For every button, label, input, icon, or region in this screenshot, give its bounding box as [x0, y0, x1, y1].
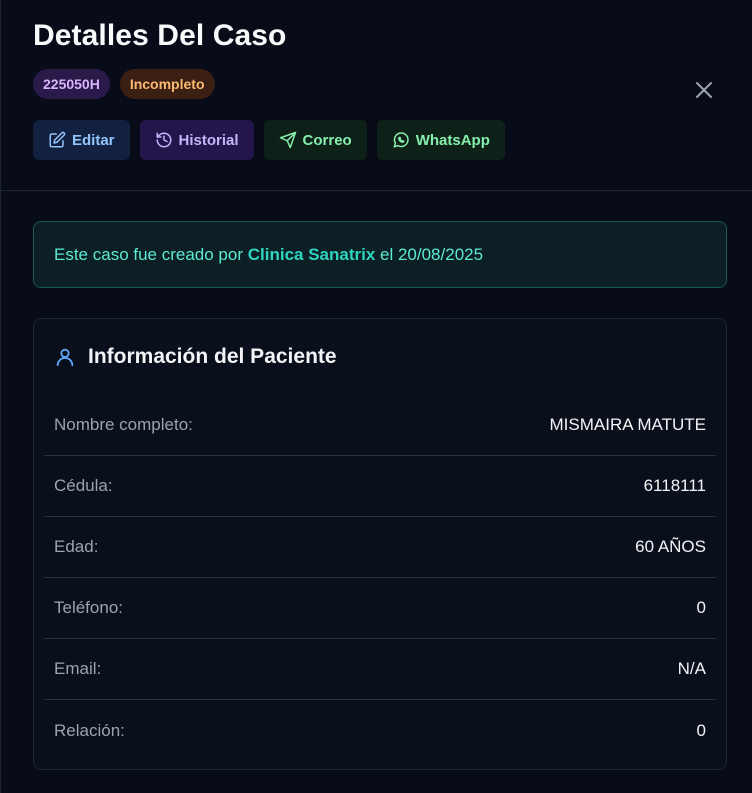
history-button-label: Historial — [178, 131, 239, 149]
banner-suffix: el 20/08/2025 — [375, 244, 484, 264]
user-icon — [56, 348, 74, 367]
page-title: Detalles Del Caso — [33, 19, 287, 52]
info-row-full-name: Nombre completo: MISMAIRA MATUTE — [44, 395, 716, 456]
whatsapp-button-label: WhatsApp — [415, 131, 490, 149]
mail-button-label: Correo — [302, 131, 352, 149]
history-icon — [156, 132, 171, 148]
panel-header: Detalles Del Caso 225050H Incompleto Edi… — [1, 0, 752, 191]
info-row-id: Cédula: 6118111 — [44, 456, 716, 517]
row-label: Relación: — [54, 720, 125, 740]
row-label: Teléfono: — [54, 598, 123, 617]
row-value: N/A — [677, 659, 706, 678]
row-label: Nombre completo: — [54, 415, 193, 434]
banner-prefix: Este caso fue creado por — [54, 244, 248, 264]
whatsapp-button[interactable]: WhatsApp — [376, 120, 505, 160]
row-value: MISMAIRA MATUTE — [549, 415, 706, 434]
edit-button-label: Editar — [72, 131, 115, 149]
close-button[interactable] — [692, 78, 716, 102]
info-row-email: Email: N/A — [44, 639, 716, 700]
case-code-badge: 225050H — [33, 69, 110, 99]
case-details-panel: Detalles Del Caso 225050H Incompleto Edi… — [0, 0, 752, 793]
whatsapp-icon — [393, 132, 409, 148]
panel-body: Este caso fue creado por Clinica Sanatri… — [33, 221, 727, 770]
created-by-banner: Este caso fue creado por Clinica Sanatri… — [33, 221, 727, 288]
edit-icon — [49, 131, 66, 148]
banner-creator: Clinica Sanatrix — [247, 244, 376, 264]
edit-button[interactable]: Editar — [33, 120, 130, 160]
mail-button[interactable]: Correo — [263, 120, 367, 160]
send-icon — [279, 131, 296, 149]
row-value: 0 — [696, 598, 706, 617]
info-row-phone: Teléfono: 0 — [44, 578, 716, 639]
info-row-age: Edad: 60 AÑOS — [44, 517, 716, 578]
patient-card-title: Información del Paciente — [88, 345, 337, 368]
row-value: 0 — [696, 720, 706, 740]
status-badge: Incompleto — [119, 69, 215, 99]
action-bar: Editar Historial Correo WhatsApp — [33, 120, 505, 160]
row-label: Email: — [54, 659, 102, 678]
patient-card-header: Información del Paciente — [44, 319, 716, 395]
row-value: 6118111 — [643, 476, 706, 495]
row-value: 60 AÑOS — [635, 537, 706, 556]
info-row-relation: Relación: 0 — [44, 700, 716, 761]
badge-group: 225050H Incompleto — [33, 69, 215, 99]
patient-info-card: Información del Paciente Nombre completo… — [33, 318, 727, 770]
row-label: Edad: — [54, 537, 99, 556]
row-label: Cédula: — [54, 476, 113, 495]
close-icon — [696, 82, 712, 98]
history-button[interactable]: Historial — [139, 120, 254, 160]
